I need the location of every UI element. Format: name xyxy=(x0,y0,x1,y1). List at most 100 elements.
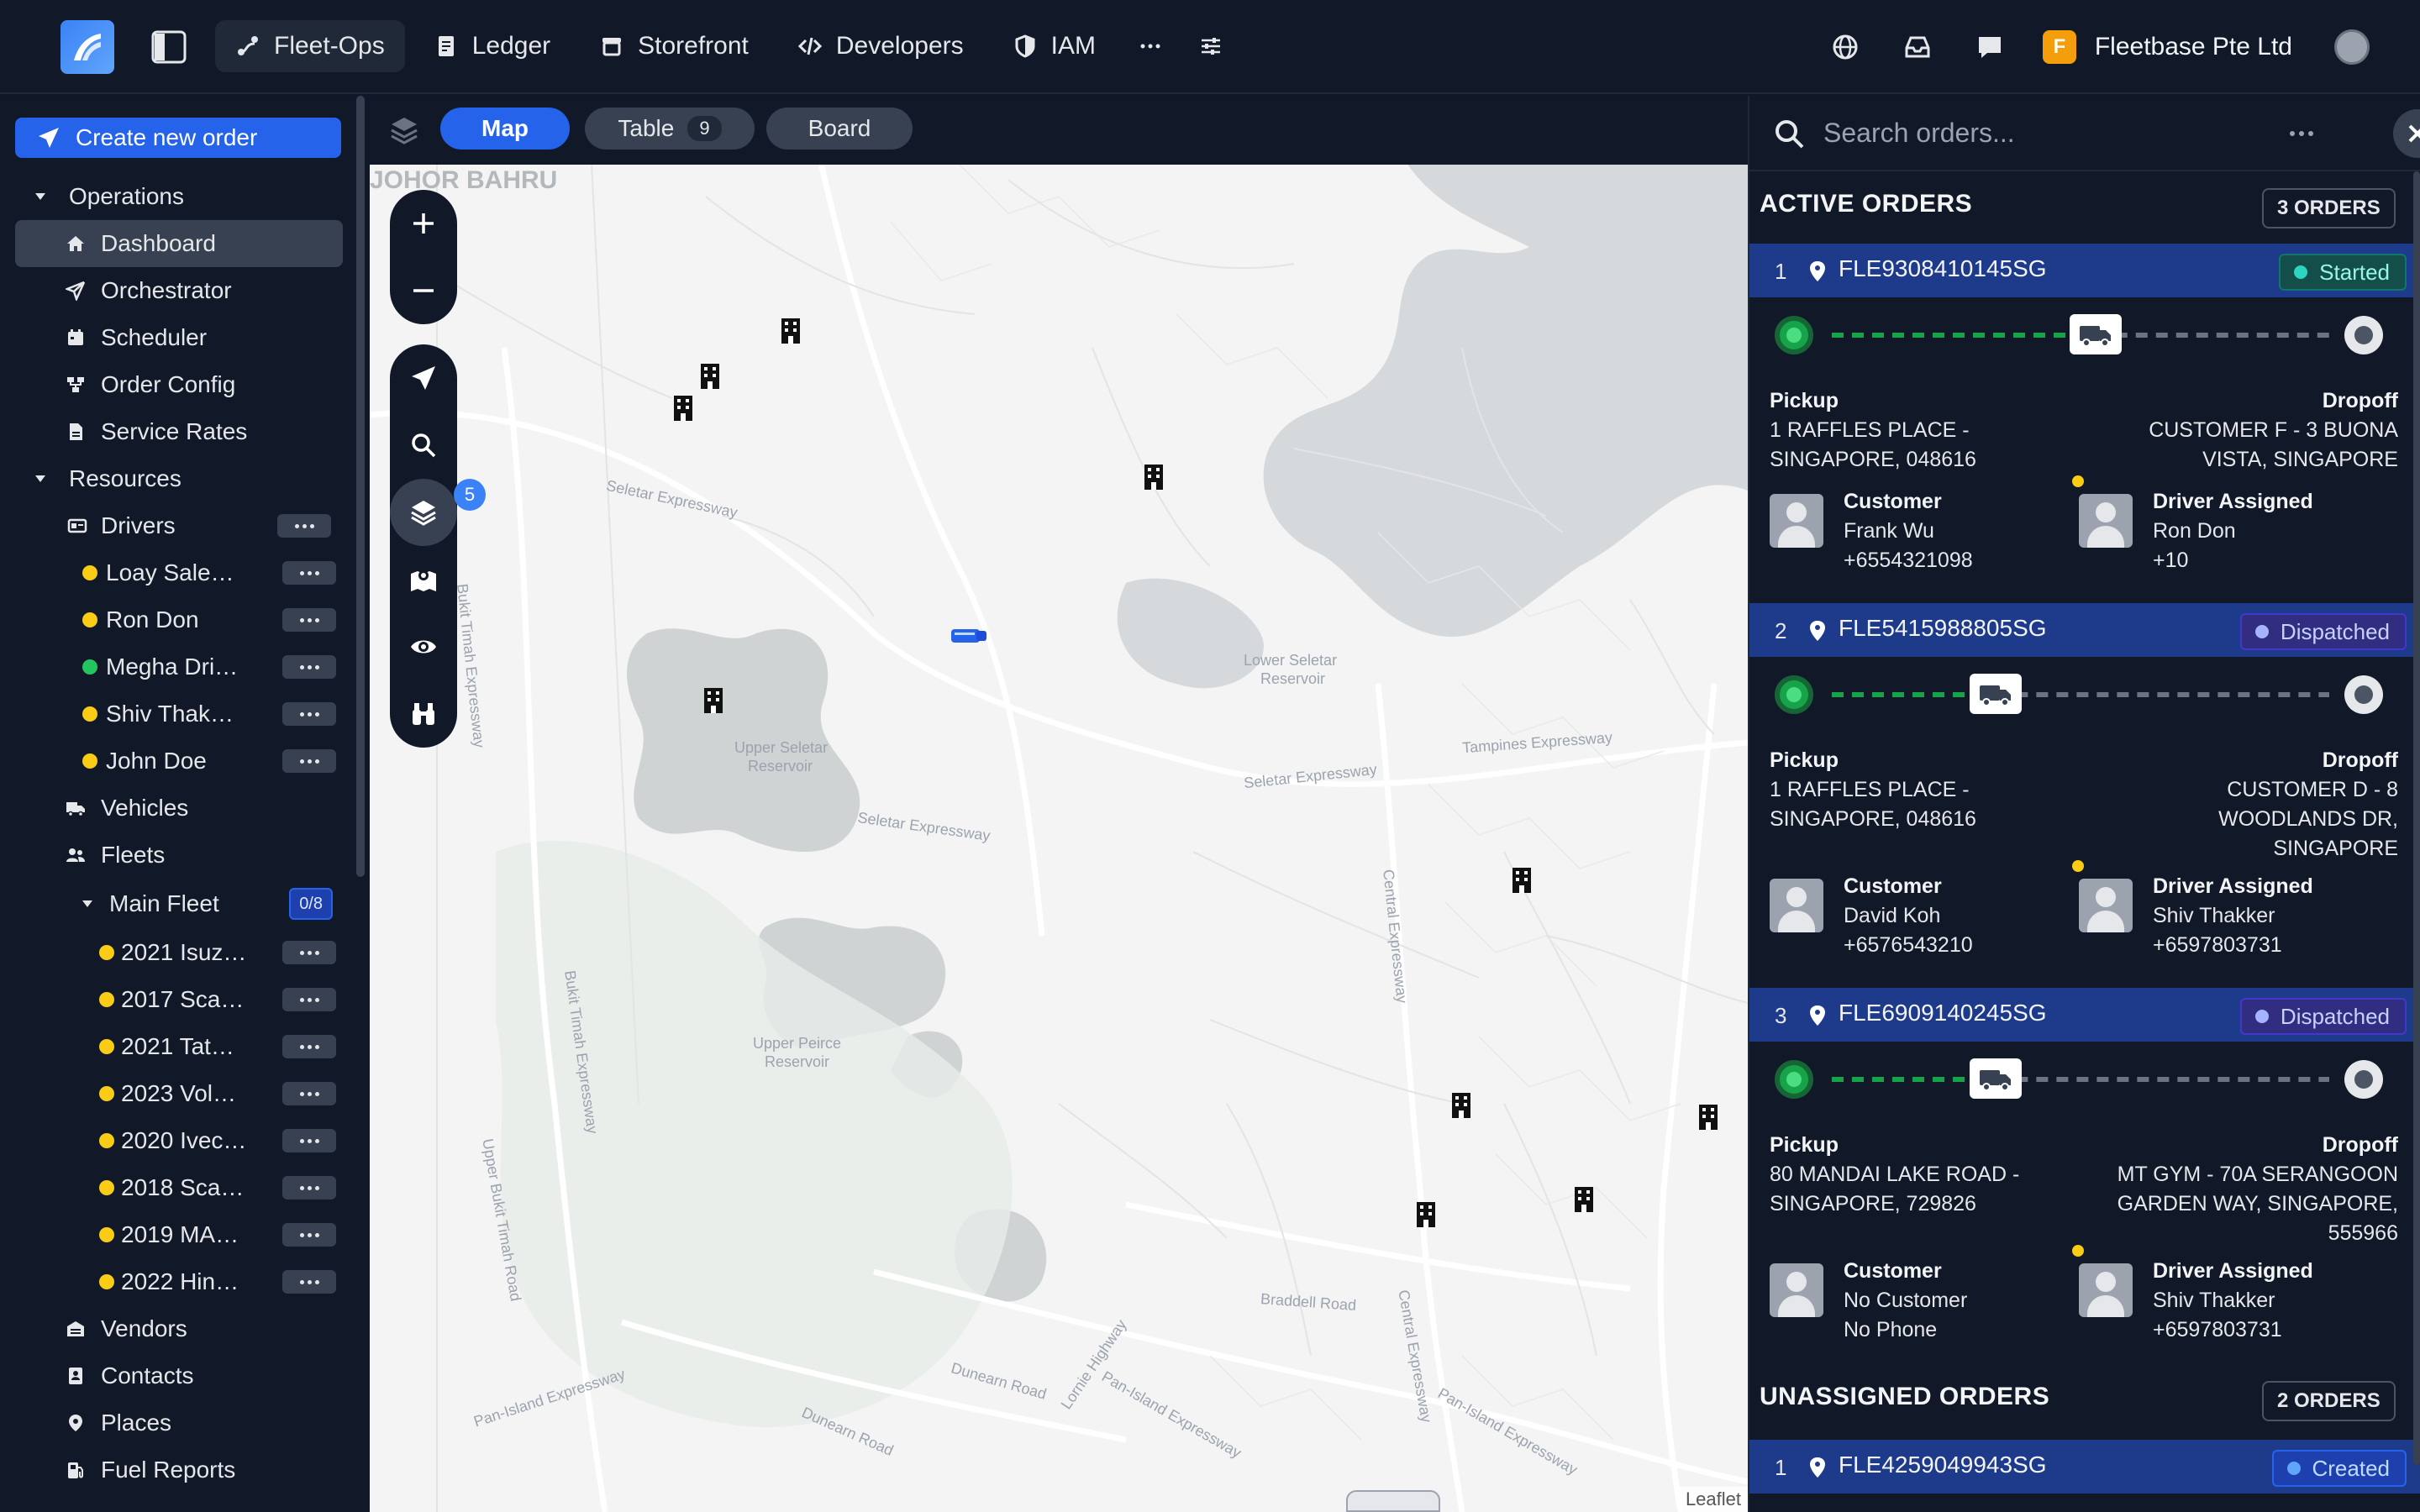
more-nav-icon[interactable] xyxy=(1124,20,1176,72)
section-operations[interactable]: Operations xyxy=(0,173,353,220)
building-marker-icon[interactable] xyxy=(699,363,721,390)
chat-icon[interactable] xyxy=(1962,20,2018,74)
driver-info[interactable]: Driver Assigned Shiv Thakker +6597803731 xyxy=(2059,872,2344,964)
section-resources[interactable]: Resources xyxy=(0,455,353,502)
binoculars-button[interactable] xyxy=(390,680,457,748)
building-marker-icon[interactable] xyxy=(672,395,694,422)
sidebar-item-vehicles[interactable]: Vehicles xyxy=(0,785,353,832)
more-options-icon[interactable] xyxy=(2287,121,2316,146)
nav-storefront[interactable]: Storefront xyxy=(579,20,769,72)
driver-more-button[interactable] xyxy=(282,608,336,632)
sidebar-item-fuel-reports[interactable]: Fuel Reports xyxy=(0,1446,353,1494)
active-order-card[interactable]: 1 FLE9308410145SG Started Pickup 1 RAFFLES P… xyxy=(1749,244,2420,603)
vehicle-item[interactable]: 2023 Vol… xyxy=(0,1070,353,1117)
zoom-out-button[interactable] xyxy=(390,257,457,324)
active-order-card[interactable]: 2 FLE5415988805SG Dispatched Pickup 1 RAFFLE… xyxy=(1749,603,2420,988)
driver-more-button[interactable] xyxy=(282,749,336,773)
vehicle-more-button[interactable] xyxy=(282,1129,336,1152)
building-marker-icon[interactable] xyxy=(1415,1201,1437,1228)
customer-info[interactable]: Customer David Koh +6576543210 xyxy=(1749,872,2035,964)
active-order-card[interactable]: 3 FLE6909140245SG Dispatched Pickup 80 MANDA… xyxy=(1749,988,2420,1364)
order-header[interactable]: 3 FLE6909140245SG Dispatched xyxy=(1749,988,2420,1042)
sidebar-item-service-rates[interactable]: Service Rates xyxy=(0,408,353,455)
create-new-order-button[interactable]: Create new order xyxy=(15,118,341,158)
nav-fleet-ops[interactable]: Fleet-Ops xyxy=(215,20,405,72)
zoom-in-button[interactable] xyxy=(390,190,457,257)
vehicle-more-button[interactable] xyxy=(282,1082,336,1105)
vehicle-item[interactable]: 2020 Ivec… xyxy=(0,1117,353,1164)
user-avatar[interactable] xyxy=(2334,29,2370,65)
sidebar-item-drivers[interactable]: Drivers xyxy=(0,502,353,549)
vehicle-more-button[interactable] xyxy=(282,988,336,1011)
vehicle-item[interactable]: 2018 Sca… xyxy=(0,1164,353,1211)
map-drawer-handle[interactable] xyxy=(1346,1490,1440,1512)
vehicle-item[interactable]: 2021 Tat… xyxy=(0,1023,353,1070)
map-search-button[interactable] xyxy=(390,412,457,479)
leaflet-attribution[interactable]: Leaflet xyxy=(1678,1487,1748,1512)
sidebar-item-main-fleet[interactable]: Main Fleet 0/8 xyxy=(0,879,353,929)
tab-table[interactable]: Table 9 xyxy=(585,108,755,150)
driver-item[interactable]: John Doe xyxy=(0,738,353,785)
sidebar-toggle-icon[interactable] xyxy=(151,30,187,64)
driver-more-button[interactable] xyxy=(282,655,336,679)
sidebar-scrollbar[interactable] xyxy=(356,96,365,877)
tab-board[interactable]: Board xyxy=(766,108,913,150)
drivers-more-button[interactable] xyxy=(277,514,331,538)
vehicle-item[interactable]: 2017 Sca… xyxy=(0,976,353,1023)
order-header[interactable]: 1 FLE9308410145SG Started xyxy=(1749,244,2420,297)
sidebar-item-fleets[interactable]: Fleets xyxy=(0,832,353,879)
sidebar-item-order-config[interactable]: Order Config xyxy=(0,361,353,408)
organization-switcher[interactable]: F Fleetbase Pte Ltd xyxy=(2042,30,2292,64)
map-view-button[interactable] xyxy=(390,546,457,613)
map-layers-button[interactable] xyxy=(390,479,457,546)
driver-item[interactable]: Shiv Thak… xyxy=(0,690,353,738)
building-marker-icon[interactable] xyxy=(1450,1092,1472,1119)
building-marker-icon[interactable] xyxy=(702,687,724,714)
globe-icon[interactable] xyxy=(1818,20,1873,74)
customer-info[interactable]: Customer Frank Wu +6554321098 xyxy=(1749,487,2035,580)
sidebar-item-scheduler[interactable]: Scheduler xyxy=(0,314,353,361)
driver-item[interactable]: Loay Sale… xyxy=(0,549,353,596)
sliders-icon[interactable] xyxy=(1185,20,1237,72)
driver-item[interactable]: Megha Dri… xyxy=(0,643,353,690)
driver-item[interactable]: Ron Don xyxy=(0,596,353,643)
building-marker-icon[interactable] xyxy=(1511,867,1533,894)
sidebar-item-vendors[interactable]: Vendors xyxy=(0,1305,353,1352)
driver-info[interactable]: Driver Assigned Ron Don +10 xyxy=(2059,487,2344,580)
search-input[interactable]: Search orders... xyxy=(1823,118,2015,149)
building-marker-icon[interactable] xyxy=(1697,1104,1719,1131)
close-panel-button[interactable] xyxy=(2393,109,2420,158)
nav-ledger[interactable]: Ledger xyxy=(413,20,571,72)
panel-scrollbar[interactable] xyxy=(2413,171,2420,1465)
vehicle-more-button[interactable] xyxy=(282,1270,336,1294)
vehicle-more-button[interactable] xyxy=(282,1176,336,1200)
driver-more-button[interactable] xyxy=(282,561,336,585)
driver-more-button[interactable] xyxy=(282,702,336,726)
vehicle-more-button[interactable] xyxy=(282,1223,336,1247)
visibility-button[interactable] xyxy=(390,613,457,680)
driver-info[interactable]: Driver Assigned Shiv Thakker +6597803731 xyxy=(2059,1257,2344,1349)
building-marker-icon[interactable] xyxy=(780,318,802,344)
sidebar-item-places[interactable]: Places xyxy=(0,1399,353,1446)
sidebar-item-dashboard[interactable]: Dashboard xyxy=(15,220,343,267)
nav-developers[interactable]: Developers xyxy=(777,20,984,72)
customer-info[interactable]: Customer No Customer No Phone xyxy=(1749,1257,2035,1349)
order-header[interactable]: 2 FLE5415988805SG Dispatched xyxy=(1749,603,2420,657)
vehicle-more-button[interactable] xyxy=(282,1035,336,1058)
vehicle-marker-icon[interactable] xyxy=(950,627,988,645)
vehicle-more-button[interactable] xyxy=(282,941,336,964)
vehicle-item[interactable]: 2022 Hin… xyxy=(0,1258,353,1305)
building-marker-icon[interactable] xyxy=(1573,1186,1595,1213)
order-header[interactable]: 1 FLE4259049943SG Created xyxy=(1749,1440,2420,1494)
nav-iam[interactable]: IAM xyxy=(992,20,1116,72)
inbox-icon[interactable] xyxy=(1890,20,1945,74)
send-order-button[interactable] xyxy=(390,344,457,412)
tab-map[interactable]: Map xyxy=(440,108,570,150)
map-canvas[interactable]: JOHOR BAHRU Seletar Expressway Seletar E… xyxy=(370,96,1748,1512)
fleetbase-logo-icon[interactable] xyxy=(60,20,114,74)
vehicle-item[interactable]: 2019 MA… xyxy=(0,1211,353,1258)
layers-icon[interactable] xyxy=(388,114,420,146)
building-marker-icon[interactable] xyxy=(1143,464,1165,491)
sidebar-item-orchestrator[interactable]: Orchestrator xyxy=(0,267,353,314)
sidebar-item-contacts[interactable]: Contacts xyxy=(0,1352,353,1399)
